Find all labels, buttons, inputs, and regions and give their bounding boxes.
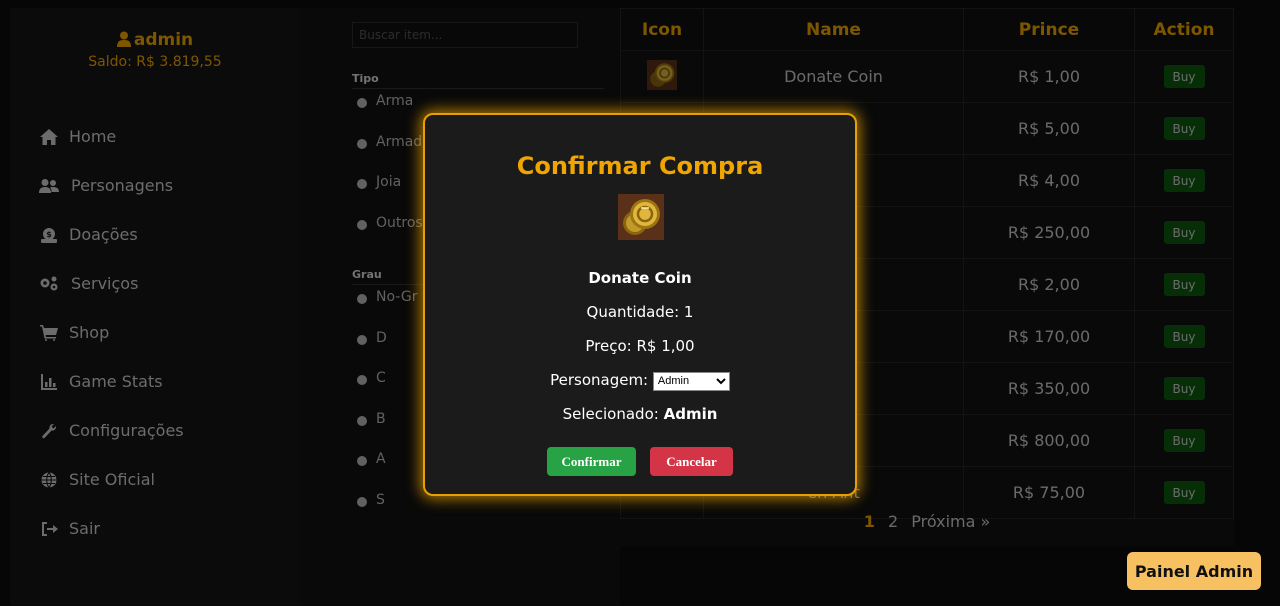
modal-price: Preço: R$ 1,00 <box>585 337 695 355</box>
modal-buttons: Confirmar Cancelar <box>425 447 855 476</box>
modal-selected-row: Selecionado: Admin <box>425 405 855 423</box>
confirm-purchase-modal: Confirmar Compra Donate Coin Quantidade:… <box>423 113 857 496</box>
modal-character-row: Personagem: Admin <box>425 371 855 391</box>
character-select[interactable]: Admin <box>652 371 730 391</box>
modal-item-name: Donate Coin <box>588 269 692 287</box>
admin-panel-button[interactable]: Painel Admin <box>1127 552 1261 590</box>
selected-label: Selecionado: <box>562 405 659 423</box>
modal-title: Confirmar Compra <box>516 152 764 180</box>
cancel-button[interactable]: Cancelar <box>650 447 733 476</box>
selected-value: Admin <box>663 405 718 423</box>
modal-quantity: Quantidade: 1 <box>586 303 694 321</box>
character-label: Personagem: <box>550 371 649 389</box>
donate-coin-icon <box>618 194 664 240</box>
confirm-button[interactable]: Confirmar <box>547 447 636 476</box>
